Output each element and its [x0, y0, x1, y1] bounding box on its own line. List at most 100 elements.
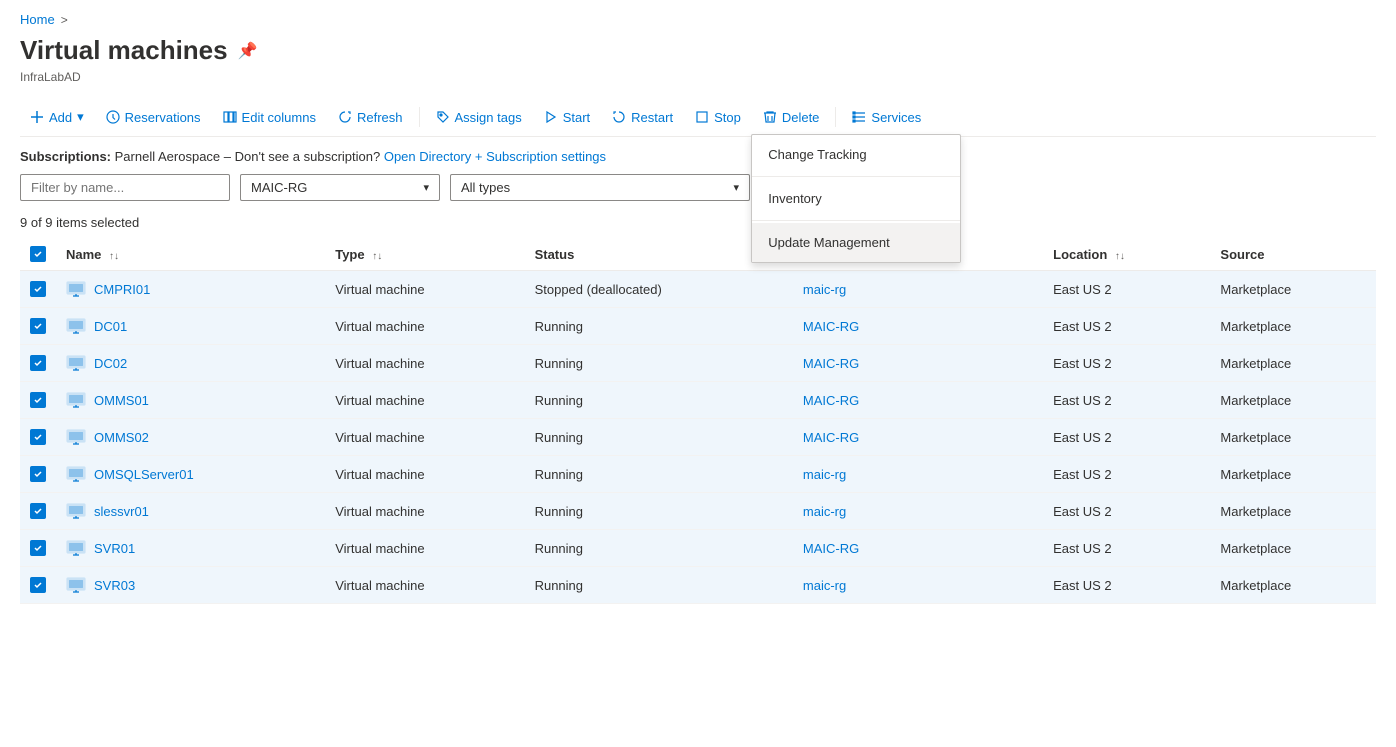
toolbar-separator: [419, 107, 420, 127]
edit-columns-button[interactable]: Edit columns: [213, 105, 326, 130]
vm-type: Virtual machine: [325, 271, 524, 308]
rg-link[interactable]: maic-rg: [803, 578, 846, 593]
vm-status: Stopped (deallocated): [525, 271, 793, 308]
start-icon: [544, 110, 558, 124]
vm-source: Marketplace: [1210, 493, 1376, 530]
delete-button[interactable]: Delete: [753, 105, 830, 130]
restart-icon: [612, 110, 626, 124]
resource-group-filter[interactable]: MAIC-RG ▾: [240, 174, 440, 201]
vm-icon: [66, 464, 86, 484]
selected-count: 9 of 9 items selected: [20, 215, 1376, 230]
services-dropdown: Change Tracking Inventory Update Managem…: [751, 134, 961, 263]
row-checkbox[interactable]: [30, 503, 46, 519]
breadcrumb: Home >: [20, 12, 1376, 27]
vm-location: East US 2: [1043, 456, 1210, 493]
page-title: Virtual machines: [20, 35, 228, 66]
row-checkbox[interactable]: [30, 281, 46, 297]
vm-source: Marketplace: [1210, 382, 1376, 419]
vm-source: Marketplace: [1210, 419, 1376, 456]
vm-name-link[interactable]: DC01: [94, 319, 127, 334]
assign-tags-button[interactable]: Assign tags: [426, 105, 532, 130]
row-checkbox[interactable]: [30, 577, 46, 593]
table-header-row: Name ↑↓ Type ↑↓ Status Resource group ↑↓…: [20, 238, 1376, 271]
page-subtitle: InfraLabAD: [20, 70, 1376, 84]
services-menu-inventory[interactable]: Inventory: [752, 179, 960, 218]
reservations-button[interactable]: Reservations: [96, 105, 211, 130]
pin-icon[interactable]: 📌: [238, 41, 258, 61]
rg-link[interactable]: maic-rg: [803, 282, 846, 297]
vm-name-link[interactable]: OMMS01: [94, 393, 149, 408]
rg-link[interactable]: MAIC-RG: [803, 430, 859, 445]
th-name[interactable]: Name ↑↓: [56, 238, 325, 271]
row-checkbox[interactable]: [30, 540, 46, 556]
vm-type: Virtual machine: [325, 567, 524, 604]
tag-icon: [436, 110, 450, 124]
row-checkbox[interactable]: [30, 429, 46, 445]
refresh-button[interactable]: Refresh: [328, 105, 413, 130]
breadcrumb-separator: >: [61, 13, 68, 27]
rg-link[interactable]: maic-rg: [803, 467, 846, 482]
rg-link[interactable]: MAIC-RG: [803, 356, 859, 371]
vm-name-link[interactable]: SVR01: [94, 541, 135, 556]
filter-name-input[interactable]: [20, 174, 230, 201]
vm-name-link[interactable]: OMMS02: [94, 430, 149, 445]
start-button[interactable]: Start: [534, 105, 600, 130]
rg-link[interactable]: MAIC-RG: [803, 393, 859, 408]
types-filter[interactable]: All types ▾: [450, 174, 750, 201]
breadcrumb-home-link[interactable]: Home: [20, 12, 55, 27]
loc-sort-icon: ↑↓: [1115, 251, 1125, 262]
vm-location: East US 2: [1043, 308, 1210, 345]
vm-icon: [66, 575, 86, 595]
table-row: SVR03 Virtual machineRunningmaic-rgEast …: [20, 567, 1376, 604]
delete-icon: [763, 110, 777, 124]
subscriptions-bar: Subscriptions: Parnell Aerospace – Don't…: [20, 149, 1376, 164]
open-directory-link[interactable]: Open Directory + Subscription settings: [384, 149, 606, 164]
table-row: slessvr01 Virtual machineRunningmaic-rgE…: [20, 493, 1376, 530]
row-checkbox[interactable]: [30, 318, 46, 334]
resource-group-chevron: ▾: [423, 181, 429, 194]
th-location[interactable]: Location ↑↓: [1043, 238, 1210, 271]
row-checkbox[interactable]: [30, 466, 46, 482]
restart-button[interactable]: Restart: [602, 105, 683, 130]
th-type[interactable]: Type ↑↓: [325, 238, 524, 271]
types-chevron: ▾: [733, 181, 739, 194]
vm-name-link[interactable]: SVR03: [94, 578, 135, 593]
stop-button[interactable]: Stop: [685, 105, 751, 130]
vm-type: Virtual machine: [325, 382, 524, 419]
vm-location: East US 2: [1043, 345, 1210, 382]
vm-icon: [66, 279, 86, 299]
vm-type: Virtual machine: [325, 345, 524, 382]
types-value: All types: [461, 180, 510, 195]
services-menu-divider-2: [752, 220, 960, 221]
vm-source: Marketplace: [1210, 345, 1376, 382]
vm-name-link[interactable]: DC02: [94, 356, 127, 371]
vm-name-link[interactable]: OMSQLServer01: [94, 467, 194, 482]
vm-source: Marketplace: [1210, 271, 1376, 308]
table-row: SVR01 Virtual machineRunningMAIC-RGEast …: [20, 530, 1376, 567]
subscription-name: Parnell Aerospace: [115, 149, 221, 164]
table-row: DC02 Virtual machineRunningMAIC-RGEast U…: [20, 345, 1376, 382]
services-button[interactable]: Services: [842, 105, 931, 130]
row-checkbox[interactable]: [30, 355, 46, 371]
vm-type: Virtual machine: [325, 419, 524, 456]
add-chevron: ▾: [77, 109, 84, 125]
name-sort-icon: ↑↓: [109, 251, 119, 262]
vm-name-link[interactable]: slessvr01: [94, 504, 149, 519]
services-menu-change-tracking[interactable]: Change Tracking: [752, 135, 960, 174]
table-row: OMMS01 Virtual machineRunningMAIC-RGEast…: [20, 382, 1376, 419]
rg-link[interactable]: maic-rg: [803, 504, 846, 519]
rg-link[interactable]: MAIC-RG: [803, 319, 859, 334]
vm-source: Marketplace: [1210, 308, 1376, 345]
services-menu-update-management[interactable]: Update Management: [752, 223, 960, 262]
table-row: OMMS02 Virtual machineRunningMAIC-RGEast…: [20, 419, 1376, 456]
toolbar-separator-2: [835, 107, 836, 127]
vm-name-link[interactable]: CMPRI01: [94, 282, 150, 297]
row-checkbox[interactable]: [30, 392, 46, 408]
th-checkbox[interactable]: [20, 238, 56, 271]
type-sort-icon: ↑↓: [372, 251, 382, 262]
refresh-icon: [338, 110, 352, 124]
vm-icon: [66, 538, 86, 558]
select-all-checkbox[interactable]: [30, 246, 46, 262]
add-button[interactable]: Add ▾: [20, 104, 94, 130]
rg-link[interactable]: MAIC-RG: [803, 541, 859, 556]
